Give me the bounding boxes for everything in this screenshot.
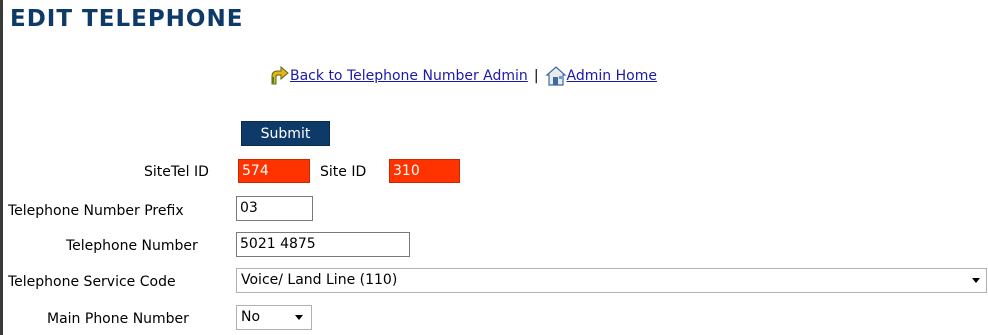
service-code-selected: Voice/ Land Line (110) [241,272,398,288]
left-frame-border [0,0,3,335]
sitetel-id-field: 574 [238,159,310,183]
main-phone-select[interactable]: No [236,305,312,330]
chevron-down-icon[interactable] [972,278,980,283]
admin-home-link[interactable]: Admin Home [567,68,657,84]
submit-button[interactable]: Submit [241,121,330,146]
telephone-number-input[interactable]: 5021 4875 [236,232,410,257]
telephone-number-label: Telephone Number [66,238,198,254]
main-phone-selected: No [241,309,261,325]
service-code-label: Telephone Service Code [8,274,176,290]
page-title: EDIT TELEPHONE [10,6,244,32]
nav-separator: | [533,68,539,84]
back-arrow-icon[interactable] [268,65,290,86]
prefix-label: Telephone Number Prefix [8,203,184,219]
home-icon[interactable] [544,66,567,86]
main-phone-label: Main Phone Number [47,311,189,327]
service-code-select[interactable]: Voice/ Land Line (110) [236,268,987,293]
prefix-input[interactable]: 03 [236,196,313,221]
chevron-down-icon[interactable] [295,315,303,320]
sitetel-id-label: SiteTel ID [144,164,209,180]
nav-links: Back to Telephone Number Admin | Admin H… [268,64,657,88]
site-id-field: 310 [389,159,460,183]
site-id-label: Site ID [320,164,367,180]
back-to-telephone-admin-link[interactable]: Back to Telephone Number Admin [290,68,528,84]
